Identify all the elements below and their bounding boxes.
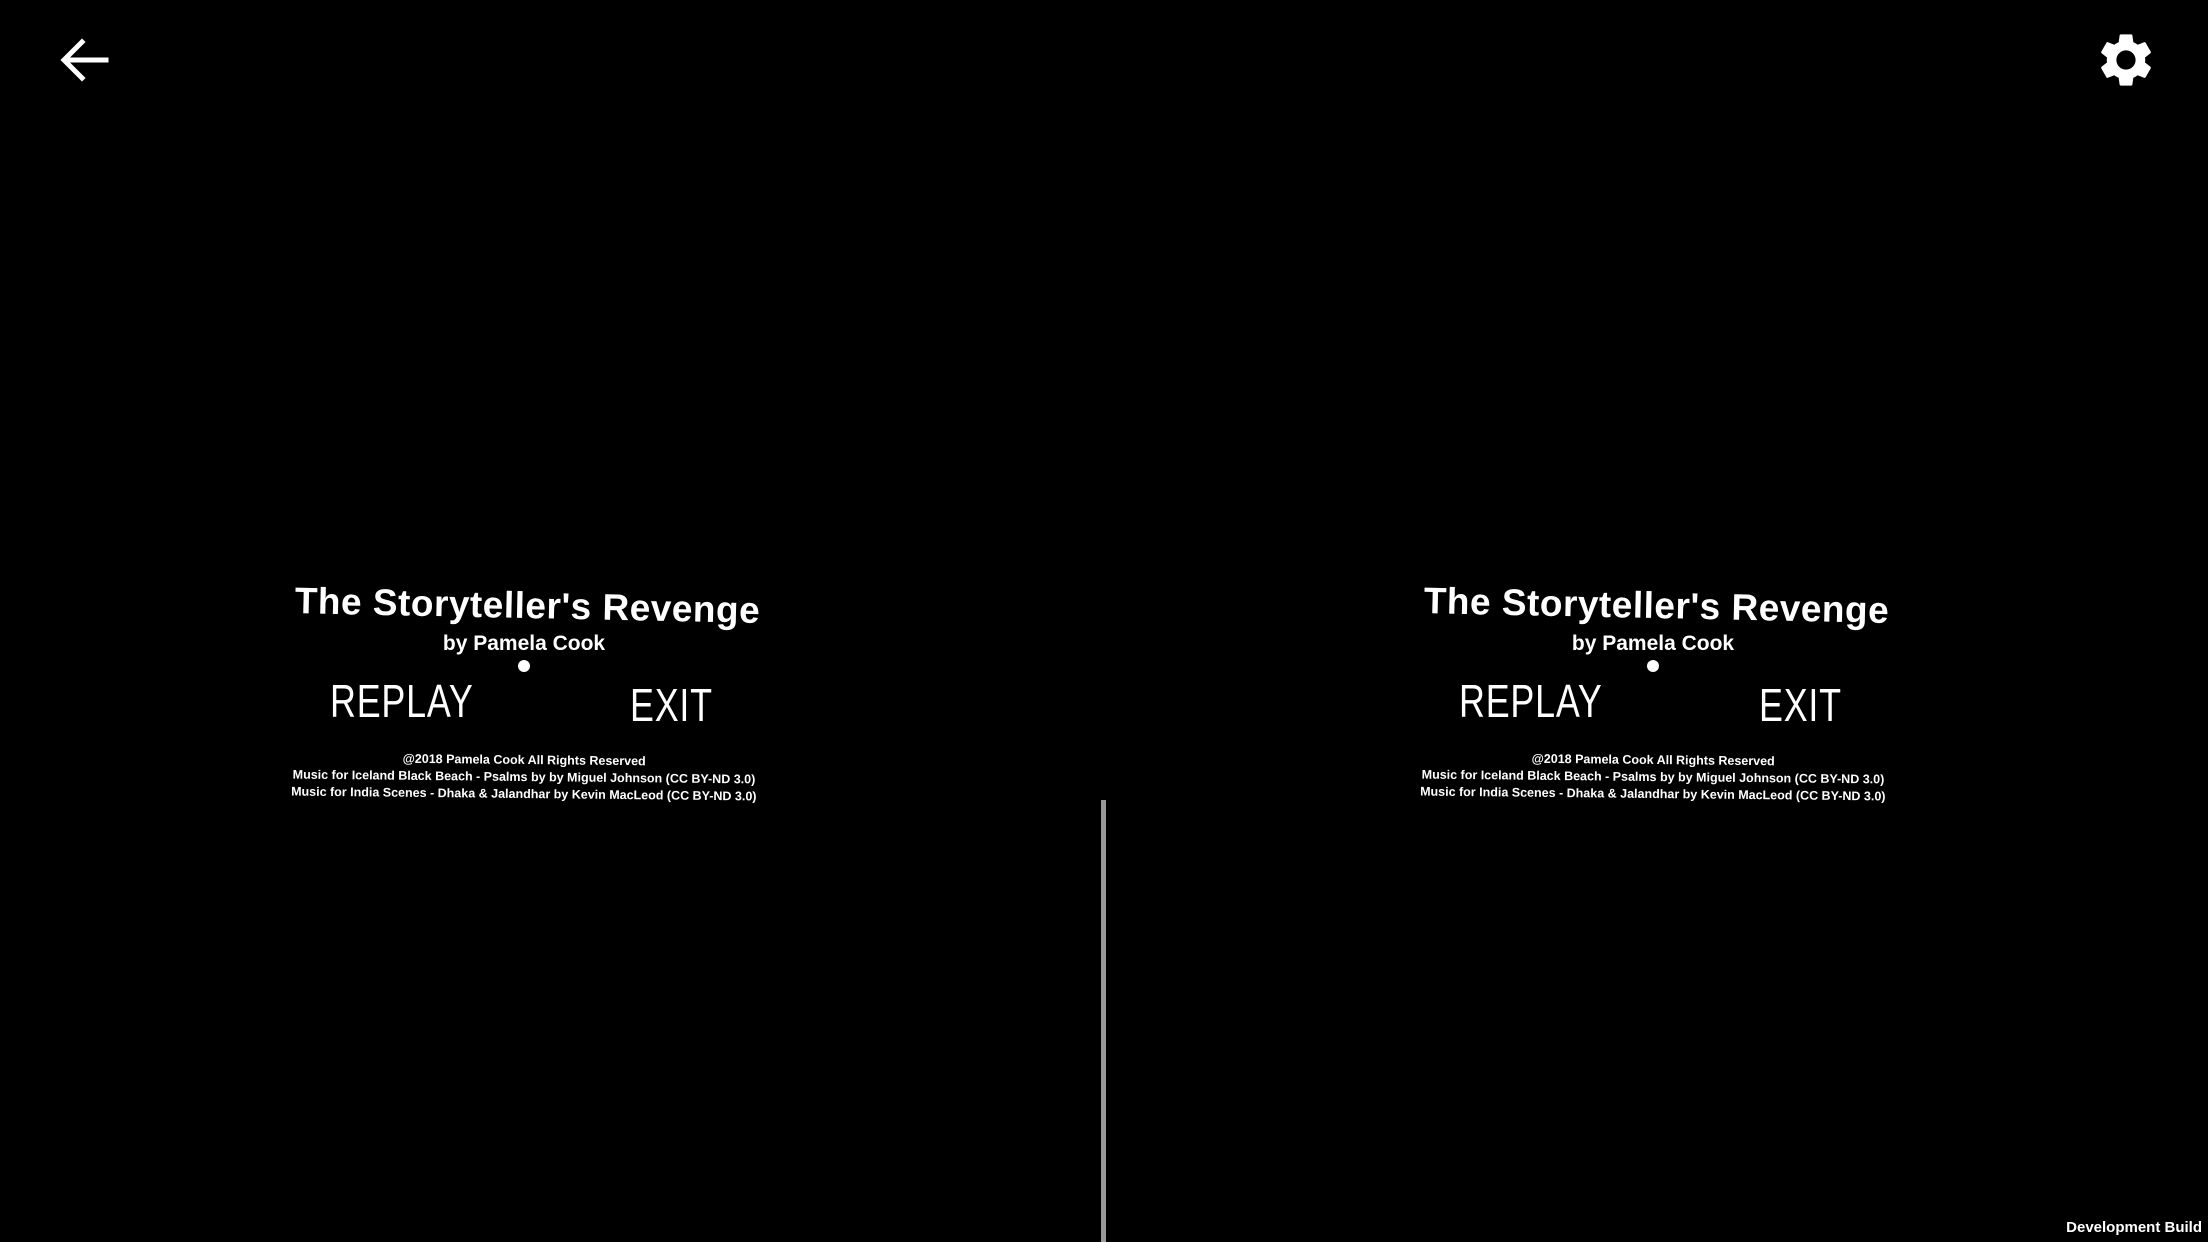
exit-button[interactable]: EXIT bbox=[630, 678, 713, 732]
story-author: by Pamela Cook bbox=[442, 632, 606, 655]
credits: @2018 Pamela Cook All Rights Reserved Mu… bbox=[274, 749, 775, 805]
arrow-left-icon bbox=[60, 38, 109, 82]
gaze-reticle bbox=[1647, 660, 1659, 672]
story-title: The Storyteller's Revenge bbox=[1423, 580, 1890, 631]
settings-button[interactable] bbox=[2086, 20, 2166, 100]
right-eye-view: The Storyteller's Revenge by Pamela Cook… bbox=[1403, 580, 1903, 820]
development-build-label: Development Build bbox=[2066, 1219, 2202, 1236]
exit-button[interactable]: EXIT bbox=[1759, 678, 1842, 732]
replay-button[interactable]: REPLAY bbox=[330, 674, 474, 728]
vr-eye-divider bbox=[1101, 800, 1106, 1242]
gaze-reticle bbox=[518, 660, 530, 672]
gear-icon bbox=[2101, 34, 2151, 86]
story-title: The Storyteller's Revenge bbox=[294, 580, 761, 631]
replay-button[interactable]: REPLAY bbox=[1459, 674, 1603, 728]
back-button[interactable] bbox=[44, 20, 124, 100]
credits: @2018 Pamela Cook All Rights Reserved Mu… bbox=[1403, 749, 1904, 805]
left-eye-view: The Storyteller's Revenge by Pamela Cook… bbox=[274, 580, 774, 820]
story-author: by Pamela Cook bbox=[1571, 632, 1735, 655]
